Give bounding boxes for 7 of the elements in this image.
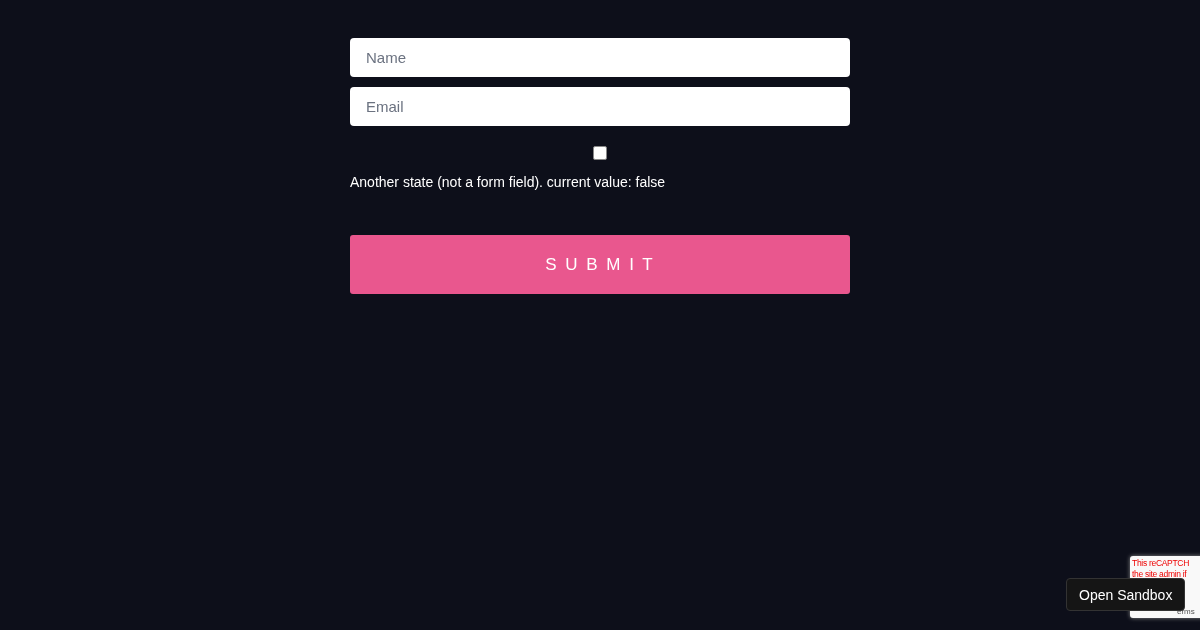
open-sandbox-button[interactable]: Open Sandbox: [1066, 578, 1186, 611]
state-text: Another state (not a form field). current value: false: [350, 174, 667, 190]
error-text: This reCAPTCH: [1132, 558, 1191, 569]
text-field[interactable]: Email: [350, 87, 850, 126]
error-text: the site admin if: [1132, 569, 1188, 580]
text-field[interactable]: Name: [350, 38, 850, 77]
checkbox[interactable]: [593, 146, 607, 160]
